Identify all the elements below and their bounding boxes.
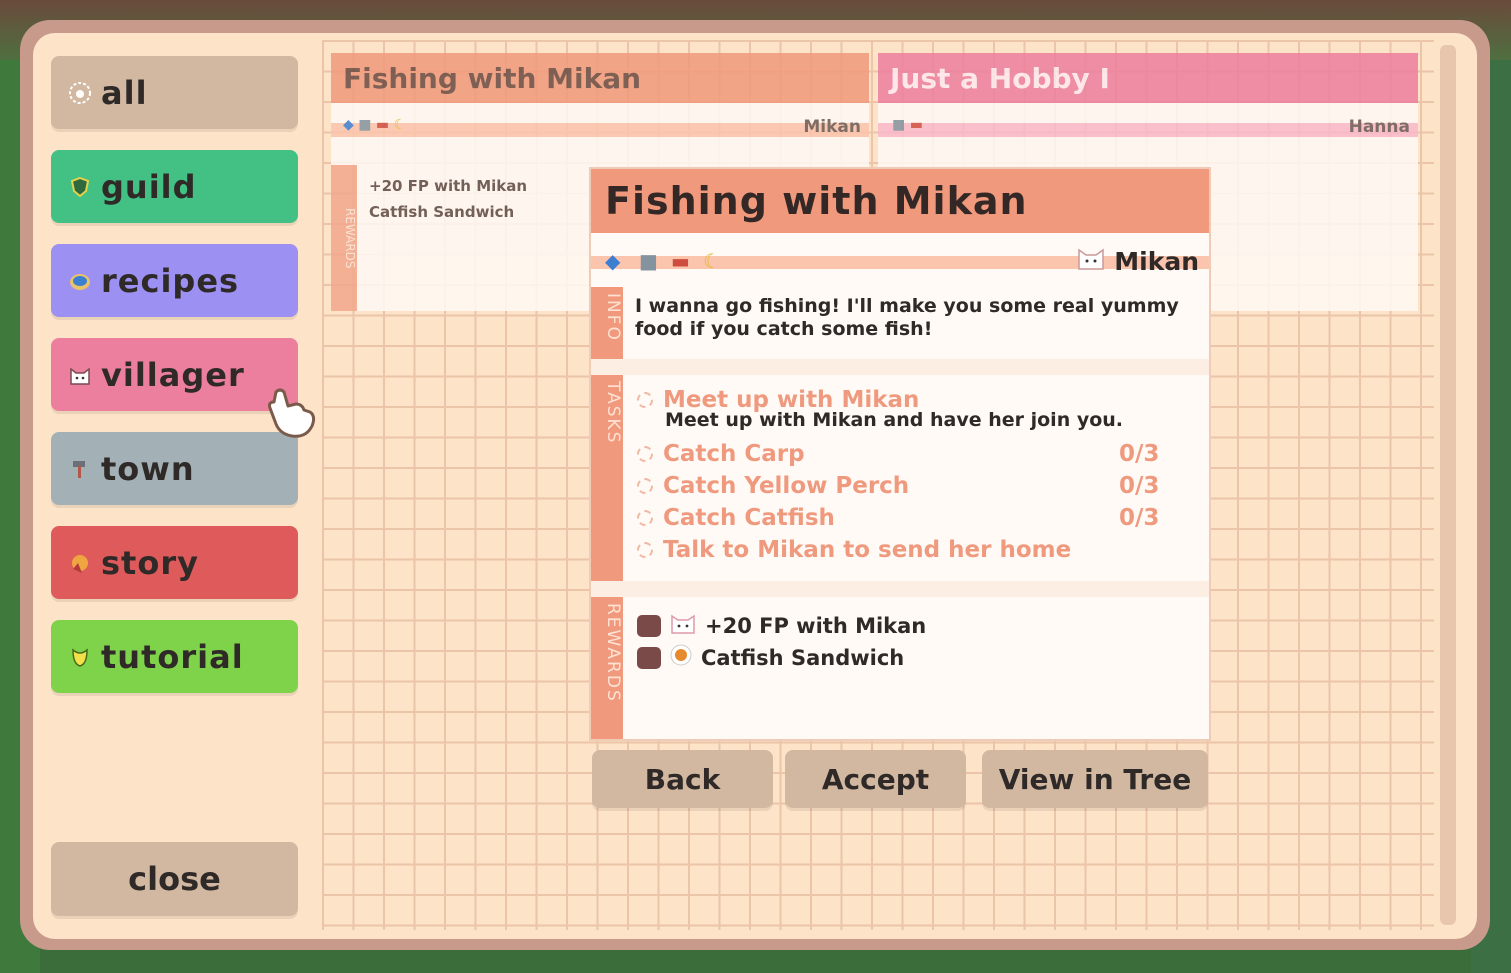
task-item: Talk to Mikan to send her home [637, 537, 1071, 563]
fish-icon: ◆ [605, 249, 621, 273]
task-checkbox-icon [637, 542, 653, 558]
task-item: Catch Yellow Perch [637, 473, 909, 499]
chest-icon [637, 646, 661, 669]
quest-tag-icons: ◆ ■ ▬ ☾ [343, 117, 406, 133]
task-name: Talk to Mikan to send her home [663, 537, 1072, 563]
moon-icon: ☾ [703, 249, 721, 273]
tasks-tab-label: TASKS [591, 375, 623, 581]
quest-tag-row: ◆ ■ ▬ ☾ Mikan [591, 233, 1209, 287]
quest-npc: Mikan [1076, 245, 1199, 277]
reward-line: Catfish Sandwich [369, 203, 515, 221]
reward-line: +20 FP with Mikan [369, 177, 528, 195]
reward-text: Catfish Sandwich [701, 645, 905, 670]
hand-cursor-icon [266, 386, 318, 444]
reward-item: Catfish Sandwich [637, 643, 904, 672]
task-checkbox-icon [637, 478, 653, 494]
chest-icon [637, 614, 661, 637]
category-label: all [101, 73, 148, 112]
plate-icon [67, 268, 93, 294]
task-name: Catch Catfish [663, 505, 835, 531]
cat-face-icon [1076, 245, 1106, 277]
quest-card-title: Fishing with Mikan [331, 53, 869, 103]
rewards-section: REWARDS +20 FP with Mikan Catfish Sandwi… [591, 597, 1209, 739]
chest-icon: ▬ [671, 249, 690, 273]
task-name: Catch Yellow Perch [663, 473, 910, 499]
quest-card-npc: Hanna [1348, 117, 1410, 137]
reward-text: +20 FP with Mikan [705, 613, 927, 638]
quest-tag-icons: ■ ▬ [892, 117, 923, 133]
category-label: guild [101, 167, 197, 206]
task-item: Catch Catfish [637, 505, 835, 531]
chest-icon: ▬ [375, 117, 390, 133]
quest-detail-title: Fishing with Mikan [591, 169, 1209, 233]
task-progress: 0/3 [1119, 505, 1160, 531]
view-in-tree-button[interactable]: View in Tree [982, 750, 1208, 808]
back-button[interactable]: Back [592, 750, 773, 808]
cat-face-icon [669, 611, 697, 640]
sandwich-icon [669, 643, 693, 672]
task-checkbox-icon [637, 446, 653, 462]
category-label: tutorial [101, 637, 244, 676]
quest-description: I wanna go fishing! I'll make you some r… [635, 295, 1179, 340]
category-recipes-button[interactable]: recipes [51, 244, 298, 317]
info-section: INFO I wanna go fishing! I'll make you s… [591, 287, 1209, 359]
bucket-icon: ■ [639, 249, 658, 273]
category-label: town [101, 449, 195, 488]
leaf-icon [67, 644, 93, 670]
category-villager-button[interactable]: villager [51, 338, 298, 411]
task-progress: 0/3 [1119, 441, 1160, 467]
quest-card-strip [331, 123, 869, 137]
reward-item: +20 FP with Mikan [637, 611, 926, 640]
task-item: Catch Carp [637, 441, 805, 467]
category-story-button[interactable]: story [51, 526, 298, 599]
quest-card-npc: Mikan [803, 117, 861, 137]
category-tutorial-button[interactable]: tutorial [51, 620, 298, 693]
close-button[interactable]: close [51, 842, 298, 916]
accept-button[interactable]: Accept [785, 750, 966, 808]
category-town-button[interactable]: town [51, 432, 298, 505]
section-divider [591, 581, 1209, 597]
paw-icon [67, 80, 93, 106]
moon-icon: ☾ [393, 117, 407, 133]
task-checkbox-icon [637, 510, 653, 526]
cat-face-icon [67, 362, 93, 388]
fish-icon: ◆ [343, 117, 354, 133]
section-divider [591, 359, 1209, 375]
quest-detail-modal: Fishing with Mikan ◆ ■ ▬ ☾ Mikan INFO I … [591, 169, 1209, 739]
quest-npc-name: Mikan [1114, 246, 1199, 276]
shield-icon [67, 174, 93, 200]
quest-card-strip [878, 123, 1418, 137]
rewards-tab-label: REWARDS [331, 165, 357, 311]
category-label: story [101, 543, 199, 582]
chest-icon: ▬ [909, 117, 923, 133]
quest-card-title: Just a Hobby I [878, 53, 1418, 103]
task-name: Catch Carp [663, 441, 805, 467]
bucket-icon: ■ [358, 117, 372, 133]
bucket-icon: ■ [892, 117, 906, 133]
task-description: Meet up with Mikan and have her join you… [665, 409, 1124, 431]
info-tab-label: INFO [591, 287, 623, 359]
category-label: recipes [101, 261, 240, 300]
ribbon-icon [67, 550, 93, 576]
category-guild-button[interactable]: guild [51, 150, 298, 223]
hammer-icon [67, 456, 93, 482]
category-all-button[interactable]: all [51, 56, 298, 129]
category-label: villager [101, 355, 245, 394]
task-checkbox-icon [637, 392, 653, 408]
task-progress: 0/3 [1119, 473, 1160, 499]
tasks-section: TASKS Meet up with Mikan Meet up with Mi… [591, 375, 1209, 581]
quest-grid-scrollbar[interactable] [1440, 45, 1456, 925]
rewards-tab-label: REWARDS [591, 597, 623, 739]
